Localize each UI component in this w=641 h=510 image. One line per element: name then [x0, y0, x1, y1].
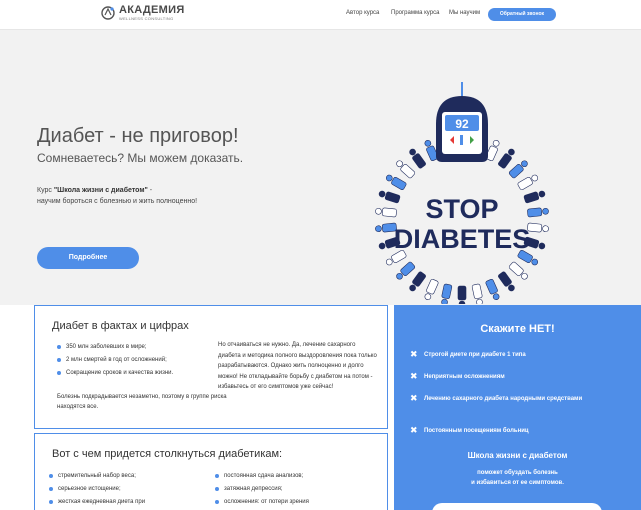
hero-title: Диабет - не приговор!	[37, 125, 239, 147]
list-item: Сокращение сроков и качества жизни.	[57, 370, 173, 383]
person-figure-icon	[471, 283, 483, 304]
person-figure-icon	[498, 148, 515, 169]
nav-link-program[interactable]: Программа курса	[391, 10, 439, 16]
list-item: 2 млн смертей в год от осложнений;	[57, 357, 173, 370]
person-figure-icon	[523, 190, 546, 204]
say-no-cta-button[interactable]	[432, 503, 602, 510]
more-button[interactable]: Подробнее	[37, 247, 139, 269]
callback-button[interactable]: Обратный звонок	[488, 8, 556, 21]
person-figure-icon	[396, 261, 416, 280]
difficulties-title: Вот с чем придется столкнуться диабетика…	[52, 448, 283, 460]
facts-card: Диабет в фактах и цифрах 350 млн заболев…	[34, 305, 388, 429]
glucose-meter-icon: 92	[436, 82, 488, 162]
facts-note: Болезнь подкрадывается незаметно, поэтом…	[57, 394, 227, 410]
person-figure-icon	[441, 283, 453, 304]
nav-link-teach[interactable]: Мы научим	[449, 10, 480, 16]
person-figure-icon	[457, 285, 467, 304]
facts-title: Диабет в фактах и цифрах	[52, 320, 189, 332]
say-no-item: ✖ Строгой диете при диабете 1 типа	[410, 349, 526, 359]
school-subtitle: поможет обуздать болезнь и избавиться от…	[471, 470, 564, 486]
person-figure-icon	[485, 278, 500, 301]
person-figure-icon	[375, 207, 397, 218]
logo-subtitle: WELLNESS CONSULTING	[119, 16, 174, 21]
person-figure-icon	[527, 222, 549, 233]
facts-list: 350 млн заболевших в мире; 2 млн смертей…	[57, 344, 173, 383]
person-figure-icon	[409, 148, 426, 169]
logo-title: АКАДЕМИЯ	[119, 4, 185, 16]
close-icon: ✖	[410, 371, 418, 381]
course-prefix: Курс	[37, 187, 54, 194]
say-no-item: ✖ Лечению сахарного диабета народными ср…	[410, 393, 583, 403]
stop-diabetes-badge: 92 STOP DIABETES	[375, 82, 549, 304]
say-no-panel: Скажите НЕТ! ✖ Строгой диете при диабете…	[394, 305, 641, 510]
person-figure-icon	[385, 174, 407, 191]
person-figure-icon	[517, 174, 539, 191]
close-icon: ✖	[410, 349, 418, 359]
difficulties-list-left: стремительный набор веса; серьезное исто…	[49, 473, 145, 510]
list-item: стремительный набор веса;	[49, 473, 145, 486]
list-item: осложнения: от потери зрения	[215, 499, 309, 510]
list-item: 350 млн заболевших в мире;	[57, 344, 173, 357]
facts-description: Но отчаиваться не нужно. Да, лечение сах…	[218, 342, 377, 390]
course-suffix: -	[147, 187, 153, 194]
logo-icon	[100, 5, 116, 21]
person-figure-icon	[527, 207, 549, 218]
badge-diabetes-text: DIABETES	[394, 224, 531, 254]
course-tagline: научим бороться с болезнью и жить полноц…	[37, 198, 198, 205]
hero-section: Диабет - не приговор! Сомневаетесь? Мы м…	[0, 30, 641, 305]
close-icon: ✖	[410, 425, 418, 435]
person-figure-icon	[508, 160, 528, 179]
course-description: Курс "Школа жизни с диабетом" -	[37, 187, 152, 194]
person-figure-icon	[378, 190, 401, 204]
school-title: Школа жизни с диабетом	[467, 451, 568, 460]
person-figure-icon	[424, 278, 439, 301]
say-no-item: ✖ Постоянным посещениям больниц	[410, 425, 529, 435]
list-item: затяжная депрессия;	[215, 486, 309, 499]
person-figure-icon	[498, 271, 515, 292]
difficulties-card: Вот с чем придется столкнуться диабетика…	[34, 433, 388, 510]
list-item: серьезное истощение;	[49, 486, 145, 499]
meter-value: 92	[455, 117, 469, 131]
list-item: постоянная сдача анализов;	[215, 473, 309, 486]
nav-link-author[interactable]: Автор курса	[346, 10, 379, 16]
person-figure-icon	[409, 271, 426, 292]
say-no-title: Скажите НЕТ!	[480, 323, 555, 335]
person-figure-icon	[396, 160, 416, 179]
list-item: жесткая ежедневная диета при	[49, 499, 145, 510]
person-figure-icon	[508, 261, 528, 280]
hero-subtitle: Сомневаетесь? Мы можем доказать.	[37, 151, 244, 165]
course-name: "Школа жизни с диабетом"	[53, 187, 148, 194]
difficulties-list-right: постоянная сдача анализов; затяжная депр…	[215, 473, 309, 510]
site-header: АКАДЕМИЯ WELLNESS CONSULTING Автор курса…	[0, 0, 641, 30]
close-icon: ✖	[410, 393, 418, 403]
say-no-item: ✖ Неприятным осложнениям	[410, 371, 505, 381]
badge-stop-text: STOP	[425, 194, 498, 224]
logo[interactable]: АКАДЕМИЯ WELLNESS CONSULTING	[100, 5, 185, 21]
